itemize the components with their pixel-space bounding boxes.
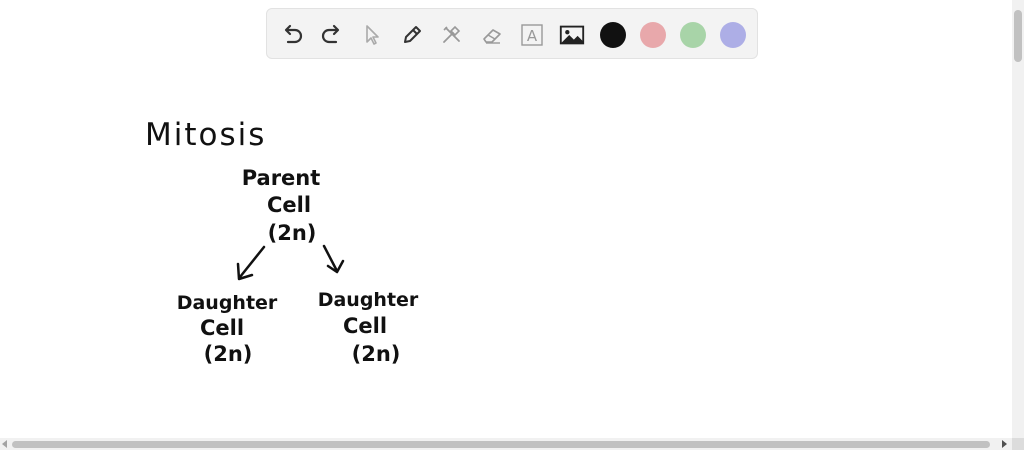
left-child-line2: Cell: [200, 316, 244, 340]
right-child-line1: Daughter: [318, 289, 419, 311]
parent-label-line1: Parent: [242, 166, 321, 190]
left-child-line3: (2n): [204, 342, 253, 366]
horizontal-scrollbar[interactable]: [0, 438, 1012, 450]
title-mitosis: Mitosis: [145, 117, 266, 153]
parent-label-line2: Cell: [267, 193, 311, 217]
vertical-scrollbar[interactable]: [1012, 0, 1024, 438]
left-child-line1: Daughter: [177, 292, 278, 314]
handwritten-diagram: Mitosis Parent Cell (2n) Daughter Cell (…: [145, 117, 419, 366]
vertical-scroll-thumb[interactable]: [1014, 10, 1022, 62]
right-child-line2: Cell: [343, 314, 387, 338]
arrow-left: [236, 245, 266, 281]
whiteboard-canvas[interactable]: A Mitosis Parent Cell (2n) Daughter Cell…: [0, 0, 1012, 438]
arrow-right: [322, 244, 345, 274]
horizontal-scroll-thumb[interactable]: [12, 441, 990, 448]
scrollbar-corner: [1012, 438, 1024, 450]
right-child-line3: (2n): [352, 342, 401, 366]
scroll-right-arrow-icon[interactable]: [1002, 440, 1007, 448]
scroll-left-arrow-icon[interactable]: [2, 440, 7, 448]
parent-label-line3: (2n): [268, 221, 317, 245]
